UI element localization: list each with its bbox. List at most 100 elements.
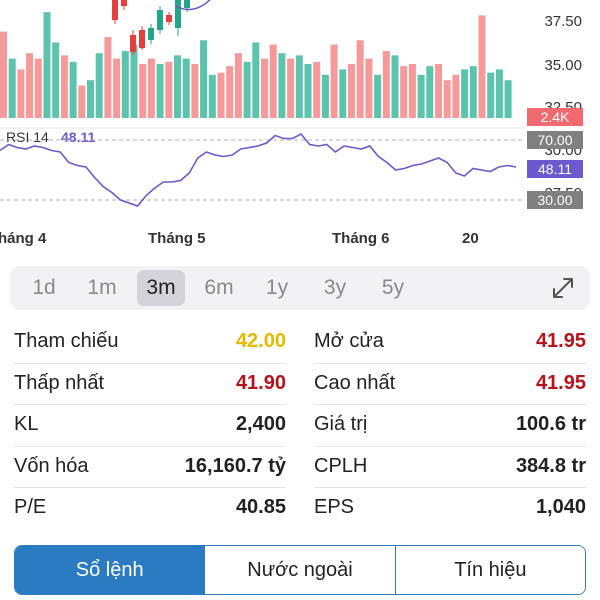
volume-bar [234,53,242,119]
period-6m[interactable]: 6m [195,270,243,306]
ma-line [175,0,211,11]
stat-value: 16,160.7 tỷ [184,454,286,477]
candle-body [130,35,136,52]
stat-value: 1,040 [535,496,586,518]
stat-value: 41.95 [535,330,586,352]
volume-bar [156,64,164,118]
volume-bar [69,61,77,118]
stat-label: KL [14,413,39,435]
rsi-level-label: 30.00 [537,192,572,208]
volume-bar [443,80,451,118]
volume-bar [495,69,503,118]
volume-bar [182,58,190,118]
stat-row: Vốn hóa 16,160.7 tỷ [14,447,286,488]
stock-chart[interactable]: 37.5035.0032.502.4KRSI 1448.1130.0027.50… [0,0,600,260]
volume-bar [374,74,382,118]
stat-label: Mở cửa [314,330,384,352]
period-selector: 1d 1m 3m 6m 1y 3y 5y [10,266,590,310]
volume-bar [113,58,121,118]
volume-bar [365,58,373,118]
volume-bar [52,42,60,118]
rsi-value: 48.11 [61,129,95,145]
volume-bar [408,64,416,118]
stat-label: Cao nhất [314,371,396,394]
volume-bar [165,61,173,118]
volume-bar [339,69,347,118]
volume-bar [261,58,268,118]
volume-bar [391,55,399,118]
volume-bar [313,61,321,118]
expand-arrows-icon[interactable] [550,275,576,301]
candle-body [184,0,190,8]
volume-bar [426,66,434,118]
volume-bar [34,58,42,118]
chart-canvas[interactable]: 37.5035.0032.502.4KRSI 1448.1130.0027.50… [0,0,600,260]
stat-value: 41.95 [535,371,586,394]
stat-row: Cao nhất 41.95 [314,364,586,405]
stat-value: 40.85 [235,496,286,518]
stat-row: EPS 1,040 [314,488,586,529]
stat-row: P/E 40.85 [14,488,286,529]
volume-bar [8,58,16,118]
volume-bar [139,64,147,118]
stat-row: Giá trị 100.6 tr [314,405,586,447]
volume-bar [400,66,408,118]
rsi-label: RSI 14 [6,129,49,145]
volume-bar [295,55,303,118]
candle-body [112,0,118,20]
volume-bar [469,66,477,118]
volume-bar [121,51,129,118]
volume-bar [269,44,277,119]
stat-row: Tham chiếu 42.00 [14,322,286,364]
volume-bar [243,61,251,118]
x-axis-label: Tháng 6 [332,230,390,247]
candle-body [121,0,127,6]
volume-bar [104,37,112,118]
stat-row: CPLH 384.8 tr [314,447,586,488]
price-tick-label: 35.00 [544,57,582,74]
volume-bar [452,74,460,118]
volume-bar [174,55,181,118]
volume-bar [478,15,486,118]
volume-bar [321,74,329,118]
volume-bar [0,31,7,119]
volume-bar [130,44,138,119]
period-1d[interactable]: 1d [20,270,68,306]
period-3y[interactable]: 3y [311,270,359,306]
stat-row: Thấp nhất 41.90 [14,364,286,405]
volume-bar [287,58,295,118]
tab-2[interactable]: Tín hiệu [394,546,585,594]
volume-bar [26,53,34,119]
candle-body [175,0,181,28]
volume-bar [417,74,425,118]
bottom-tabs: Sổ lệnh Nước ngoài Tín hiệu [14,545,586,595]
candle-body [157,10,163,30]
volume-bar [17,69,25,118]
stat-row: Mở cửa 41.95 [314,322,586,364]
volume-bar [78,85,86,118]
rsi-level-label: 70.00 [537,132,572,148]
candle-body [166,15,172,22]
stat-value: 42.00 [235,330,286,352]
stat-label: Thấp nhất [14,371,105,394]
stat-value: 100.6 tr [515,413,586,435]
volume-bar [147,58,155,118]
stat-label: EPS [314,496,355,518]
period-5y[interactable]: 5y [369,270,417,306]
tab-1[interactable]: Nước ngoài [204,546,395,594]
volume-bar [356,40,364,118]
x-axis-label: Tháng 5 [148,230,206,247]
period-1y[interactable]: 1y [253,270,301,306]
stats-right-column: Mở cửa 41.95 Cao nhất 41.95 Giá trị 100.6 tr C… [314,322,586,529]
volume-bar [504,80,512,118]
stat-value: 2,400 [235,413,286,435]
stat-value: 41.90 [235,371,286,394]
tab-0[interactable]: Sổ lệnh [15,546,205,594]
price-tick-label: 37.50 [544,13,582,30]
volume-bar [278,53,286,119]
period-1m[interactable]: 1m [78,270,126,306]
volume-bar [304,64,312,118]
volume-bar [60,55,68,118]
candle-body [148,28,154,40]
period-3m[interactable]: 3m [137,270,185,306]
